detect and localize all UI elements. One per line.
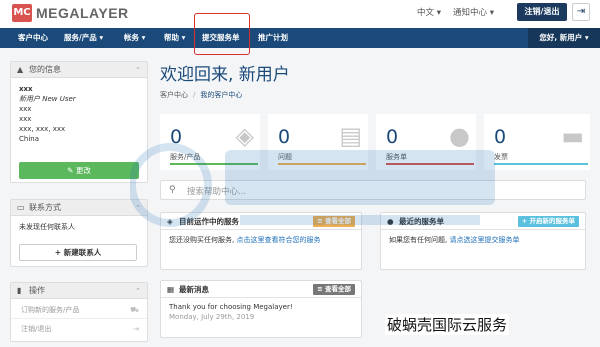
news-card: ▦ 最新消息 ≡ 查看全部 Thank you for choosing Meg… <box>160 280 362 338</box>
contacts-panel: ▭ 联系方式 ⌃ 未发现任何联系人 + 新建联系人 <box>10 199 148 267</box>
contacts-empty-text: 未发现任何联系人 <box>19 223 75 231</box>
your-info-panel: ▲ 您的信息 ⌃ xxx 新用户 New User xxx xxx xxx, x… <box>10 61 148 183</box>
stat-invoices[interactable]: 0 发票 ▬ <box>484 114 590 170</box>
collapse-icon[interactable]: ⌃ <box>135 283 141 299</box>
collapse-icon[interactable]: ⌃ <box>135 62 141 78</box>
add-contact-button[interactable]: + 新建联系人 <box>19 244 137 261</box>
stats-row: 0 服务/产品 ◈ 0 问题 ▤ 0 服务单 ● 0 发票 ▬ <box>160 114 590 170</box>
user-name: xxx <box>19 85 33 93</box>
breadcrumb: 客户中心 / 我的客户中心 <box>160 91 243 99</box>
open-ticket-button[interactable]: + 开启新的服务单 <box>517 216 579 227</box>
document-icon: ▤ <box>339 122 362 150</box>
news-date: Monday, July 29th, 2019 <box>169 313 255 321</box>
user-city: xxx, xxx, xxx <box>19 125 66 133</box>
logout-button[interactable]: 注销/退出 <box>517 3 567 21</box>
breadcrumb-current: 我的客户中心 <box>200 91 243 99</box>
nav-item-services[interactable]: 服务/产品 ▾ <box>64 28 103 48</box>
your-info-body: xxx 新用户 New User xxx xxx xxx, xxx, xxx C… <box>11 78 147 150</box>
nav-item-billing[interactable]: 帐务 ▾ <box>124 28 145 48</box>
news-headline[interactable]: Thank you for choosing Megalayer! <box>169 303 353 311</box>
recent-tickets-card: ● 最近的服务单 + 开启新的服务单 如果您有任何问题, 请点选这里提交服务单 <box>380 212 586 270</box>
active-services-card: ◈ 目前运作中的服务 ≡ 查看全部 您还没购买任何服务, 点击这里查看符合您的服… <box>160 212 362 270</box>
services-link[interactable]: 点击这里查看符合您的服务 <box>236 236 320 244</box>
cube-icon: ◈ <box>167 217 173 226</box>
logo-mark: MC <box>12 4 32 22</box>
top-bar: MC MEGALAYER 中文 ▾ 通知中心 ▾ 注销/退出 ⇥ <box>0 0 600 28</box>
cube-icon: ◈ <box>235 122 254 150</box>
nav-item-affiliates[interactable]: 推广计划 <box>258 28 288 48</box>
view-all-services-button[interactable]: ≡ 查看全部 <box>313 216 355 227</box>
brand-logo[interactable]: MC MEGALAYER <box>12 4 129 22</box>
knowledgebase-search[interactable]: ⚲ 搜索帮助中心... <box>160 180 586 200</box>
actions-header: ▮ 操作 ⌃ <box>11 283 147 299</box>
view-all-news-button[interactable]: ≡ 查看全部 <box>313 284 355 295</box>
bookmark-icon: ▮ <box>17 286 22 295</box>
notifications-link[interactable]: 通知中心 ▾ <box>453 6 494 18</box>
watermark-text: 破蜗壳国际云服务 <box>385 314 510 335</box>
news-body: Thank you for choosing Megalayer! Monday… <box>161 298 361 326</box>
stat-services[interactable]: 0 服务/产品 ◈ <box>160 114 260 170</box>
collapse-icon[interactable]: ⌃ <box>135 200 141 216</box>
search-icon: ⚲ <box>169 185 176 195</box>
action-order-new[interactable]: 订购新的服务/产品 ⛟ <box>11 301 147 319</box>
search-input[interactable]: 搜索帮助中心... <box>187 185 246 197</box>
stat-issues[interactable]: 0 问题 ▤ <box>268 114 368 170</box>
submit-ticket-link[interactable]: 请点选这里提交服务单 <box>449 236 519 244</box>
page-title: 欢迎回来, 新用户 <box>160 65 290 85</box>
cart-icon: ⛟ <box>130 306 139 314</box>
active-services-header: ◈ 目前运作中的服务 ≡ 查看全部 <box>161 213 361 230</box>
recent-tickets-header: ● 最近的服务单 + 开启新的服务单 <box>381 213 585 230</box>
logout-icon: ⇥ <box>133 325 139 333</box>
your-info-header: ▲ 您的信息 ⌃ <box>11 62 147 78</box>
user-menu[interactable]: 您好, 新用户 ▾ <box>528 28 600 48</box>
breadcrumb-client-center[interactable]: 客户中心 <box>160 91 188 99</box>
stat-bar <box>278 163 366 165</box>
actions-panel: ▮ 操作 ⌃ 订购新的服务/产品 ⛟ 注销/退出 ⇥ <box>10 282 148 342</box>
language-selector[interactable]: 中文 ▾ <box>417 6 441 18</box>
stat-bar <box>170 163 258 165</box>
user-country: China <box>19 135 39 143</box>
main-nav: 客户中心 服务/产品 ▾ 帐务 ▾ 帮助 ▾ 提交服务单 推广计划 您好, 新用… <box>0 28 600 48</box>
user-icon: ▲ <box>17 65 24 74</box>
logo-text: MEGALAYER <box>36 5 129 21</box>
credit-card-icon: ▬ <box>561 122 584 150</box>
stat-bar <box>494 163 588 165</box>
news-header: ▦ 最新消息 ≡ 查看全部 <box>161 281 361 298</box>
contacts-header: ▭ 联系方式 ⌃ <box>11 200 147 216</box>
comments-icon: ● <box>387 217 394 226</box>
recent-tickets-body: 如果您有任何问题, 请点选这里提交服务单 <box>389 236 520 244</box>
highlight-box <box>194 13 250 55</box>
newspaper-icon: ▦ <box>167 285 175 294</box>
stat-bar <box>386 163 474 165</box>
user-company: 新用户 New User <box>19 95 76 103</box>
nav-item-client-center[interactable]: 客户中心 <box>18 28 48 48</box>
user-address1: xxx <box>19 105 32 113</box>
stat-tickets[interactable]: 0 服务单 ● <box>376 114 476 170</box>
nav-item-help[interactable]: 帮助 ▾ <box>164 28 185 48</box>
folder-icon: ▭ <box>17 203 25 212</box>
top-links: 中文 ▾ 通知中心 ▾ <box>417 6 494 18</box>
comments-icon: ● <box>449 122 470 150</box>
active-services-body: 您还没购买任何服务, 点击这里查看符合您的服务 <box>169 236 321 244</box>
logout-icon[interactable]: ⇥ <box>572 3 590 21</box>
user-address2: xxx <box>19 115 32 123</box>
action-logout[interactable]: 注销/退出 ⇥ <box>11 320 147 338</box>
update-info-button[interactable]: ✎ 更改 <box>19 162 139 179</box>
